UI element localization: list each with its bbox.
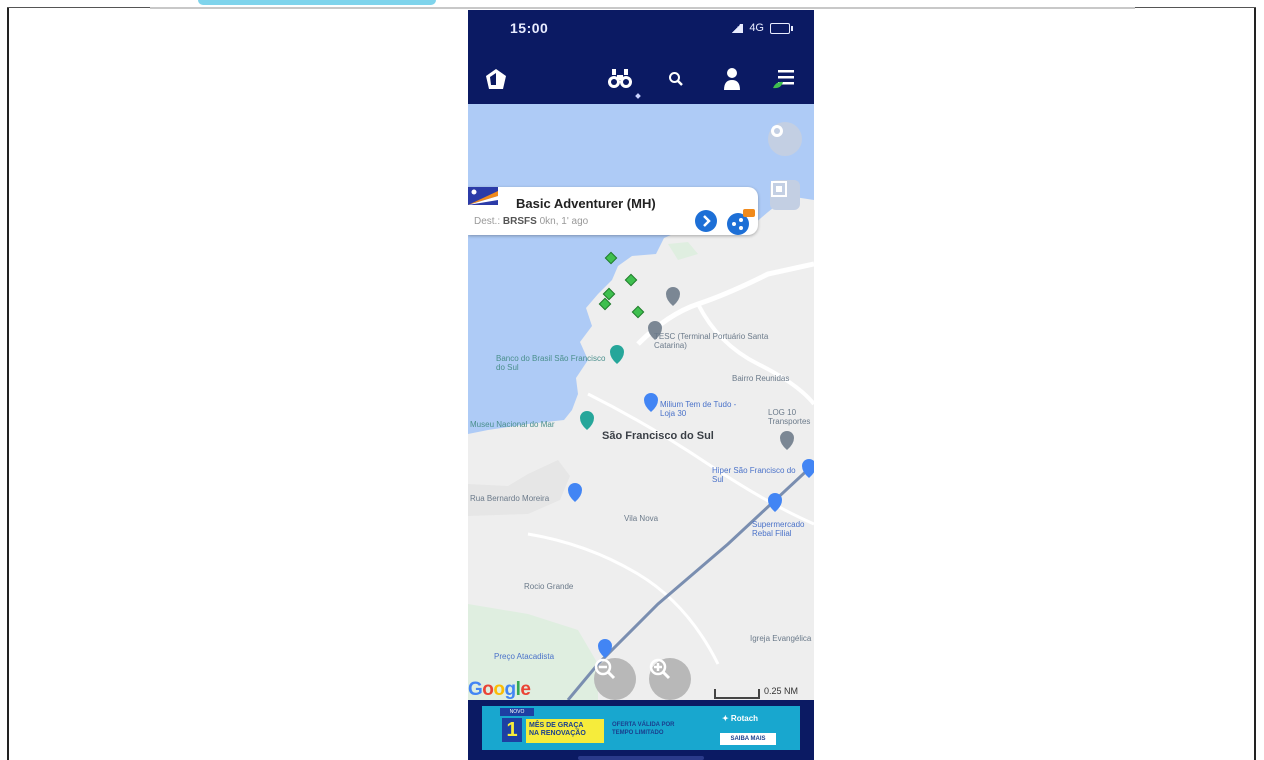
poi-terminal-label: TESC (Terminal Portuário Santa Catarina) — [654, 332, 769, 350]
poi-preco-label: Preço Atacadista — [494, 652, 555, 661]
search-icon[interactable] — [662, 65, 690, 93]
ad-offer: OFERTA VÁLIDA POR TEMPO LIMITADO — [612, 721, 674, 737]
poi-hiper-label: Hiper São Francisco do Sul — [712, 466, 796, 484]
zoom-in-button[interactable] — [649, 658, 691, 700]
app-toolbar — [468, 54, 814, 104]
area-left-label: Rua Bernardo Moreira — [470, 494, 550, 503]
destination-meta: 0kn, 1' ago — [539, 216, 589, 227]
frame-right-border — [1254, 8, 1256, 760]
ad-badge: NOVO — [500, 708, 534, 716]
poi-museum-label: Museu Nacional do Mar — [470, 420, 555, 429]
poi-store-label: Milium Tem de Tudo - Loja 30 — [660, 400, 737, 418]
layers-icon — [771, 181, 787, 197]
google-logo: Google — [468, 679, 531, 700]
zoom-out-icon — [594, 658, 616, 680]
ad-headline: MÊS DE GRAÇA NA RENOVAÇÃO — [526, 719, 604, 743]
top-cyan-banner — [198, 0, 436, 5]
poi-church-label: Igreja Evangélica — [750, 634, 812, 643]
ad-headline-line2: NA RENOVAÇÃO — [529, 730, 586, 737]
ad-number: 1 — [502, 718, 522, 742]
home-icon[interactable] — [482, 65, 510, 93]
locate-icon — [771, 125, 783, 137]
destination-label: Dest.: — [474, 216, 501, 227]
layers-button[interactable] — [770, 180, 800, 210]
ad-offer-line1: OFERTA VÁLIDA POR — [612, 722, 675, 728]
destination-value: BRSFS — [502, 216, 537, 227]
ad-banner[interactable]: NOVO 1 MÊS DE GRAÇA NA RENOVAÇÃO OFERTA … — [468, 700, 814, 760]
signal-icon — [729, 23, 744, 33]
area-south-label: Rocio Grande — [524, 582, 574, 591]
area-mid-label: Vila Nova — [624, 514, 659, 523]
scale-bar — [714, 689, 760, 699]
chevron-right-icon — [695, 210, 717, 232]
ad-headline-line1: MÊS DE GRAÇA — [529, 722, 584, 729]
poi-bank-label: Banco do Brasil São Francisco do Sul — [496, 354, 606, 372]
menu-icon[interactable] — [771, 65, 799, 93]
battery-icon — [770, 22, 793, 34]
ad-brand: ✦ Rotach — [722, 714, 759, 723]
share-icon — [727, 209, 755, 235]
binoculars-icon[interactable] — [606, 65, 634, 93]
map-view[interactable]: São Francisco do Sul TESC (Terminal Port… — [468, 104, 814, 700]
status-bar: 15:00 4G — [468, 10, 814, 54]
scale-label: 0.25 NM — [764, 686, 799, 696]
status-indicators: 4G — [729, 22, 793, 34]
status-time: 15:00 — [510, 20, 549, 36]
city-label: São Francisco do Sul — [602, 430, 714, 442]
poi-other-label: LOG 10 Transportes — [768, 408, 811, 426]
ad-content[interactable]: NOVO 1 MÊS DE GRAÇA NA RENOVAÇÃO OFERTA … — [482, 706, 800, 750]
vessel-name: Basic Adventurer (MH) — [516, 196, 656, 211]
network-label: 4G — [749, 22, 764, 34]
zoom-in-icon — [649, 658, 671, 680]
phone-screen: 15:00 4G São Francisco do Sul TESC (Term… — [468, 10, 814, 760]
area-north-label: Bairro Reunidas — [732, 374, 790, 383]
zoom-out-button[interactable] — [594, 658, 636, 700]
ad-offer-line2: TEMPO LIMITADO — [612, 730, 664, 736]
user-icon[interactable] — [718, 65, 746, 93]
flag-icon — [468, 187, 498, 205]
binoculars-indicator — [635, 93, 641, 99]
ad-cta-button[interactable]: SAIBA MAIS — [720, 733, 776, 745]
poi-super-label: Supermercado Rebal Filial — [752, 520, 805, 538]
home-indicator — [578, 756, 704, 760]
frame-top-gray-line — [150, 7, 1135, 9]
vessel-destination: Dest.: BRSFS 0kn, 1' ago — [474, 216, 588, 227]
locate-button[interactable] — [768, 122, 802, 156]
frame-left-border — [7, 8, 9, 760]
